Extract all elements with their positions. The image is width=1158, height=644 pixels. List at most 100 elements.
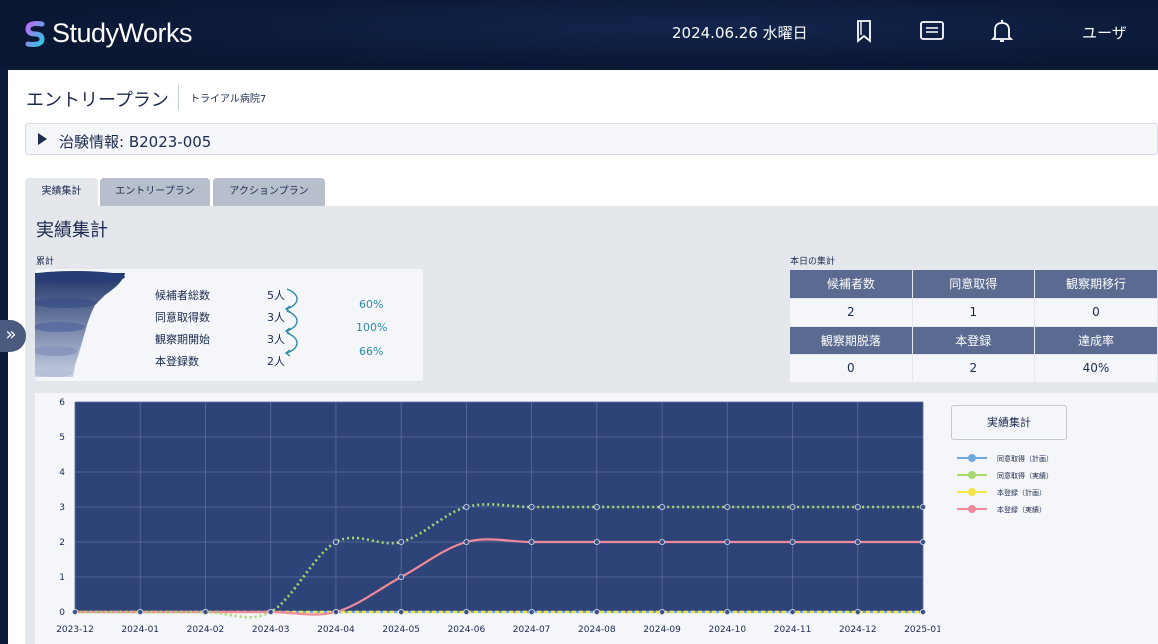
- chart-card: 0 1 2 3 4 5 6 2023-12 2024-01 2024-02 2024-03 2024-…: [35, 393, 1158, 644]
- x-tick-label: 2023-12: [56, 625, 94, 635]
- data-point: [789, 504, 796, 511]
- data-point: [463, 538, 470, 545]
- data-point: [398, 573, 405, 580]
- cumulative-card: 候補者総数 5人 同意取得数 3人 観察期開始 3人 本登録数 2人 60% 1…: [35, 269, 423, 381]
- today-value-dropout: 0: [790, 354, 913, 383]
- tab-results[interactable]: 実績集計: [25, 178, 98, 206]
- today-value-candidates: 2: [790, 298, 913, 327]
- data-point: [463, 608, 470, 615]
- main-panel: エントリープラン トライアル病院7 治験情報: B2023-005 実績集計 エ…: [8, 70, 1158, 644]
- today-value-achievement: 40%: [1034, 354, 1158, 383]
- conversion-arrows-icon: [284, 288, 298, 357]
- today-header-candidates: 候補者数: [790, 270, 913, 299]
- data-point: [854, 538, 861, 545]
- legend-label: 同意取得（計画）: [997, 455, 1053, 463]
- data-point: [593, 504, 600, 511]
- data-point: [593, 538, 600, 545]
- today-header-row-2: 観察期脱落 本登録 達成率: [790, 326, 1158, 355]
- y-tick-label: 2: [59, 538, 65, 548]
- tab-action-plan[interactable]: アクションプラン: [213, 178, 325, 206]
- y-tick-label: 3: [59, 503, 65, 513]
- today-value-row-2: 0 2 40%: [790, 354, 1158, 383]
- data-point: [332, 608, 339, 615]
- data-point: [659, 538, 666, 545]
- today-summary-table: 候補者数 同意取得 観察期移行 2 1 0 観察期脱落 本登録 達成率 0 2 …: [790, 270, 1158, 383]
- today-value-row-1: 2 1 0: [790, 298, 1158, 327]
- x-tick-label: 2024-06: [448, 625, 486, 635]
- app-logo[interactable]: StudyWorks: [24, 18, 193, 49]
- observation-start-label: 観察期開始: [155, 333, 210, 346]
- x-tick-label: 2025-01: [904, 625, 940, 635]
- y-tick-label: 1: [59, 573, 65, 583]
- x-tick-label: 2024-04: [317, 625, 355, 635]
- funnel-graphic: [35, 271, 125, 377]
- section-title: 実績集計: [36, 220, 108, 241]
- data-point: [789, 608, 796, 615]
- data-point: [528, 608, 535, 615]
- data-point: [202, 608, 209, 615]
- today-header-consent: 同意取得: [912, 270, 1035, 299]
- candidates-total-label: 候補者総数: [155, 289, 210, 302]
- today-value-registered: 2: [912, 354, 1035, 383]
- y-tick-label: 4: [59, 468, 65, 478]
- registered-count-label: 本登録数: [155, 355, 199, 368]
- data-point: [659, 608, 666, 615]
- x-tick-label: 2024-01: [121, 625, 159, 635]
- bookmark-icon[interactable]: [852, 18, 878, 44]
- y-tick-label: 0: [59, 608, 65, 618]
- data-point: [724, 504, 731, 511]
- trial-info-toggle[interactable]: 治験情報: B2023-005: [25, 123, 1158, 155]
- data-point: [724, 538, 731, 545]
- registration-rate: 66%: [359, 345, 384, 358]
- data-point: [137, 608, 144, 615]
- x-tick-label: 2024-03: [252, 625, 290, 635]
- trial-info-label: 治験情報: B2023-005: [59, 133, 212, 151]
- y-tick-label: 6: [59, 398, 65, 408]
- legend-dot-swatch: [968, 471, 976, 479]
- y-tick-label: 5: [59, 433, 65, 443]
- legend-dot-swatch: [968, 488, 976, 496]
- consent-rate: 60%: [359, 298, 384, 311]
- data-point: [332, 538, 339, 545]
- legend-dot-swatch: [968, 454, 976, 462]
- x-tick-label: 2024-12: [839, 625, 877, 635]
- x-tick-label: 2024-08: [578, 625, 616, 635]
- data-point: [528, 538, 535, 545]
- data-point: [724, 608, 731, 615]
- hospital-name: トライアル病院7: [190, 94, 267, 105]
- bell-icon[interactable]: [989, 18, 1015, 44]
- legend-label: 本登録（計画）: [997, 489, 1046, 497]
- user-menu[interactable]: ユーザ: [1082, 22, 1127, 43]
- today-header-row-1: 候補者数 同意取得 観察期移行: [790, 270, 1158, 299]
- data-point: [854, 608, 861, 615]
- data-point: [920, 608, 927, 615]
- cumulative-label: 累計: [36, 257, 55, 267]
- data-point: [920, 504, 927, 511]
- today-label: 本日の集計: [790, 257, 836, 267]
- x-tick-label: 2024-09: [643, 625, 681, 635]
- logo-mark-icon: [25, 20, 45, 47]
- x-tick-label: 2024-10: [709, 625, 747, 635]
- header-date: 2024.06.26 水曜日: [672, 24, 808, 42]
- x-tick-label: 2024-02: [187, 625, 225, 635]
- message-icon[interactable]: [919, 18, 945, 44]
- x-tick-label: 2024-11: [774, 625, 812, 635]
- data-point: [593, 608, 600, 615]
- x-tick-label: 2024-05: [382, 625, 420, 635]
- today-header-dropout: 観察期脱落: [790, 326, 913, 355]
- app-name: StudyWorks: [52, 18, 193, 48]
- data-point: [659, 504, 666, 511]
- x-tick-label: 2024-07: [513, 625, 551, 635]
- data-point: [267, 608, 274, 615]
- summary-button[interactable]: 実績集計: [951, 405, 1067, 440]
- progress-line-chart: 0 1 2 3 4 5 6 2023-12 2024-01 2024-02 2024-03 2024-…: [56, 398, 940, 635]
- tab-entry-plan[interactable]: エントリープラン: [100, 178, 210, 206]
- today-header-registered: 本登録: [912, 326, 1035, 355]
- data-point: [72, 608, 79, 615]
- page-title: エントリープラン: [26, 90, 169, 111]
- today-header-observation: 観察期移行: [1034, 270, 1158, 299]
- data-point: [789, 538, 796, 545]
- title-divider: [178, 84, 179, 110]
- today-header-achievement: 達成率: [1034, 326, 1158, 355]
- legend-label: 本登録（実績）: [997, 506, 1046, 514]
